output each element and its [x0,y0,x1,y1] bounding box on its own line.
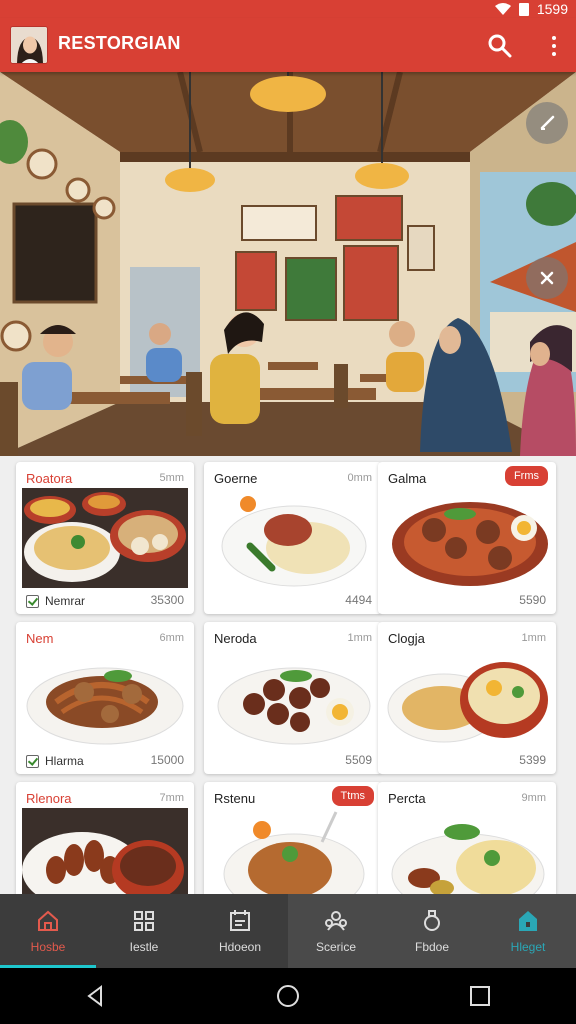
card-name: Galma [388,471,427,486]
checkbox[interactable] [26,754,39,768]
card-price: 5509 [345,753,372,767]
card-price: 35300 [150,593,184,607]
nav-label: Hleget [510,940,546,954]
nav-label: Scerice [315,940,356,954]
status-time: 1599 [536,1,568,17]
house-icon [519,911,537,931]
nav-label: Iestle [129,940,159,954]
card-time: 7mm [159,792,184,804]
card-name: Nem [26,631,54,646]
nav-label: Fbdoe [414,940,450,954]
app-title: RESTORGIAN [58,33,181,53]
card-time: 6mm [159,632,184,644]
food-image [392,502,548,586]
card-label: Hlarma [45,754,84,768]
wifi-icon [494,3,511,15]
nav-service[interactable]: Scerice [288,894,384,968]
home-icon [38,910,58,931]
calendar-icon [230,910,250,931]
food-image [22,808,188,894]
card-name: Goerne [214,471,258,486]
food-card[interactable]: Galma Frms 5590 [378,462,556,614]
card-time: 9mm [521,792,546,804]
food-image [26,667,184,745]
nav-home[interactable]: Hosbe [0,894,96,968]
edit-fab[interactable] [526,102,568,144]
card-bottom: Nemrar [26,594,85,608]
more-vertical-icon[interactable] [542,32,566,60]
bell-icon [424,910,440,931]
card-name: Rlenora [26,791,72,806]
card-time: 0mm [347,472,372,484]
card-price: 5590 [519,593,546,607]
restaurant-illustration [0,72,576,456]
food-card[interactable]: Clogja 1mm 5399 [378,622,556,774]
avatar-image [11,27,47,63]
food-grid: Roatora 5mm Nemrar 35300 Goerne 0mm 4494 [0,456,576,894]
food-image [391,824,545,894]
card-time: 5mm [159,472,184,484]
status-badge: Frms [504,466,548,486]
food-card[interactable]: Rstenu Ttms [204,782,382,894]
back-icon[interactable] [85,985,107,1007]
hero-image [0,72,576,456]
food-image [387,662,548,743]
people-icon [325,911,347,931]
nav-profile[interactable]: Hleget [480,894,576,968]
food-card[interactable]: Nem 6mm Hlarma 15000 [16,622,194,774]
bottom-nav: Hosbe Iestle Hdoeon Scerice Fbdoe Hleget [0,894,576,968]
recents-icon[interactable] [469,985,491,1007]
battery-icon [518,2,529,16]
nav-label: Hosbe [30,940,66,954]
search-icon[interactable] [486,32,514,60]
close-fab[interactable] [526,257,568,299]
status-bar: 1599 [0,0,576,18]
avatar[interactable] [10,26,48,64]
status-icons: 1599 [494,0,568,18]
food-card[interactable]: Percta 9mm [378,782,556,894]
food-image [223,811,365,894]
nav-notifications[interactable]: Fbdoe [384,894,480,968]
card-name: Clogja [388,631,425,646]
food-image [22,488,188,588]
food-card[interactable]: Goerne 0mm 4494 [204,462,382,614]
pencil-icon [540,115,555,130]
checkbox[interactable] [26,594,39,608]
nav-menu[interactable]: Iestle [96,894,192,968]
food-image [217,667,371,745]
card-price: 15000 [150,753,184,767]
card-name: Roatora [26,471,73,486]
card-label: Nemrar [45,594,86,608]
card-bottom: Hlarma [26,754,84,768]
card-name: Neroda [214,631,257,646]
system-nav [0,968,576,1024]
food-card[interactable]: Rlenora 7mm [16,782,194,894]
card-name: Percta [388,791,426,806]
card-time: 1mm [521,632,546,644]
food-card[interactable]: Roatora 5mm Nemrar 35300 [16,462,194,614]
card-price: 4494 [345,593,372,607]
close-icon [540,271,554,285]
food-card[interactable]: Neroda 1mm 5509 [204,622,382,774]
card-price: 5399 [519,753,546,767]
nav-label: Hdoeon [218,940,262,954]
nav-booking[interactable]: Hdoeon [192,894,288,968]
home-circle-icon[interactable] [276,984,300,1008]
status-badge: Ttms [331,786,374,806]
food-image [221,496,367,587]
card-name: Rstenu [214,791,256,806]
card-time: 1mm [347,632,372,644]
grid-icon [134,911,154,931]
app-bar: RESTORGIAN [0,18,576,72]
